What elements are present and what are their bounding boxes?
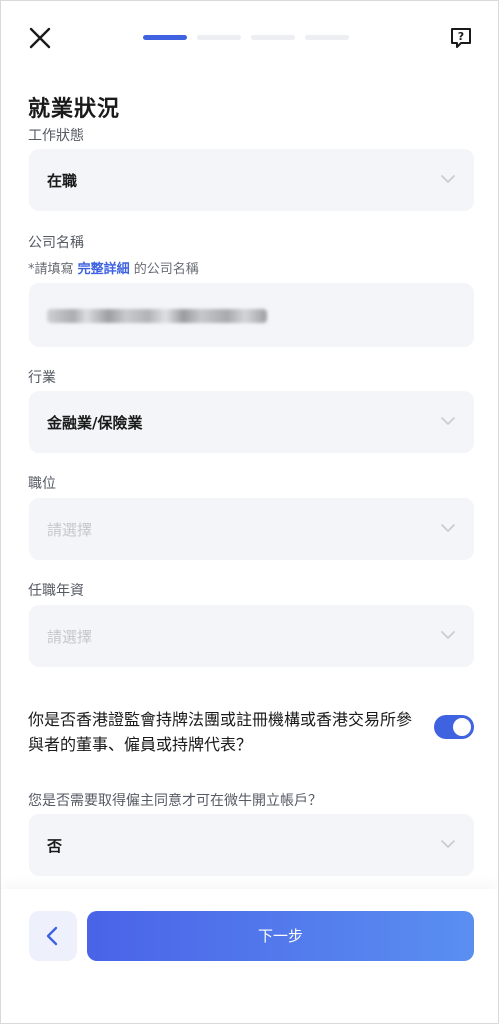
chevron-down-icon (441, 417, 455, 425)
help-question-icon: ? (451, 28, 471, 48)
help-button[interactable]: ? (449, 26, 473, 50)
licensed-question-toggle[interactable] (434, 715, 474, 739)
tenure-select[interactable]: 請選擇 (29, 605, 474, 667)
employment-status-value: 在職 (47, 172, 78, 190)
industry-label: 行業 (28, 370, 56, 386)
redacted-company-name (47, 309, 267, 323)
position-placeholder: 請選擇 (47, 521, 93, 539)
industry-value: 金融業/保險業 (47, 414, 143, 432)
chevron-left-icon (46, 926, 58, 946)
hint-suffix: 的公司名稱 (129, 262, 199, 277)
hint-prefix: *請填寫 (28, 262, 78, 277)
employer-consent-value: 否 (47, 837, 63, 855)
next-button[interactable]: 下一步 (87, 911, 474, 961)
progress-step-1 (143, 35, 187, 40)
back-button[interactable] (29, 911, 77, 961)
industry-select[interactable]: 金融業/保險業 (29, 391, 474, 453)
progress-step-4 (305, 35, 349, 40)
position-label: 職位 (28, 476, 56, 492)
chevron-down-icon (441, 524, 455, 532)
progress-step-3 (251, 35, 295, 40)
toggle-knob (453, 718, 471, 736)
employer-consent-label: 您是否需要取得僱主同意才可在微牛開立帳戶？ (28, 793, 322, 809)
company-name-hint: *請填寫 完整詳細 的公司名稱 (28, 258, 199, 277)
employer-consent-select[interactable]: 否 (29, 814, 474, 876)
step-progress (143, 35, 349, 40)
chevron-down-icon (441, 175, 455, 183)
svg-text:?: ? (458, 30, 464, 43)
company-name-label: 公司名稱 (28, 235, 84, 251)
bottom-action-bar: 下一步 (1, 889, 498, 1023)
chevron-down-icon (441, 840, 455, 848)
company-name-input[interactable] (29, 283, 474, 347)
employment-status-label: 工作狀態 (28, 128, 84, 144)
close-icon (29, 27, 51, 49)
page-title: 就業狀況 (28, 97, 121, 122)
hint-emphasis: 完整詳細 (77, 262, 130, 277)
employment-status-select[interactable]: 在職 (29, 149, 474, 211)
onboarding-screen: ? 就業狀況 工作狀態 在職 公司名稱 *請填寫 完整詳細 的公司名稱 行業 金… (0, 0, 499, 1024)
top-bar: ? (1, 1, 498, 77)
tenure-placeholder: 請選擇 (47, 628, 93, 646)
progress-step-2 (197, 35, 241, 40)
chevron-down-icon (441, 631, 455, 639)
tenure-label: 任職年資 (28, 583, 84, 599)
close-button[interactable] (27, 25, 53, 51)
licensed-question-text: 你是否香港證監會持牌法團或註冊機構或香港交易所參與者的董事、僱員或持牌代表？ (28, 710, 413, 754)
position-select[interactable]: 請選擇 (29, 498, 474, 560)
